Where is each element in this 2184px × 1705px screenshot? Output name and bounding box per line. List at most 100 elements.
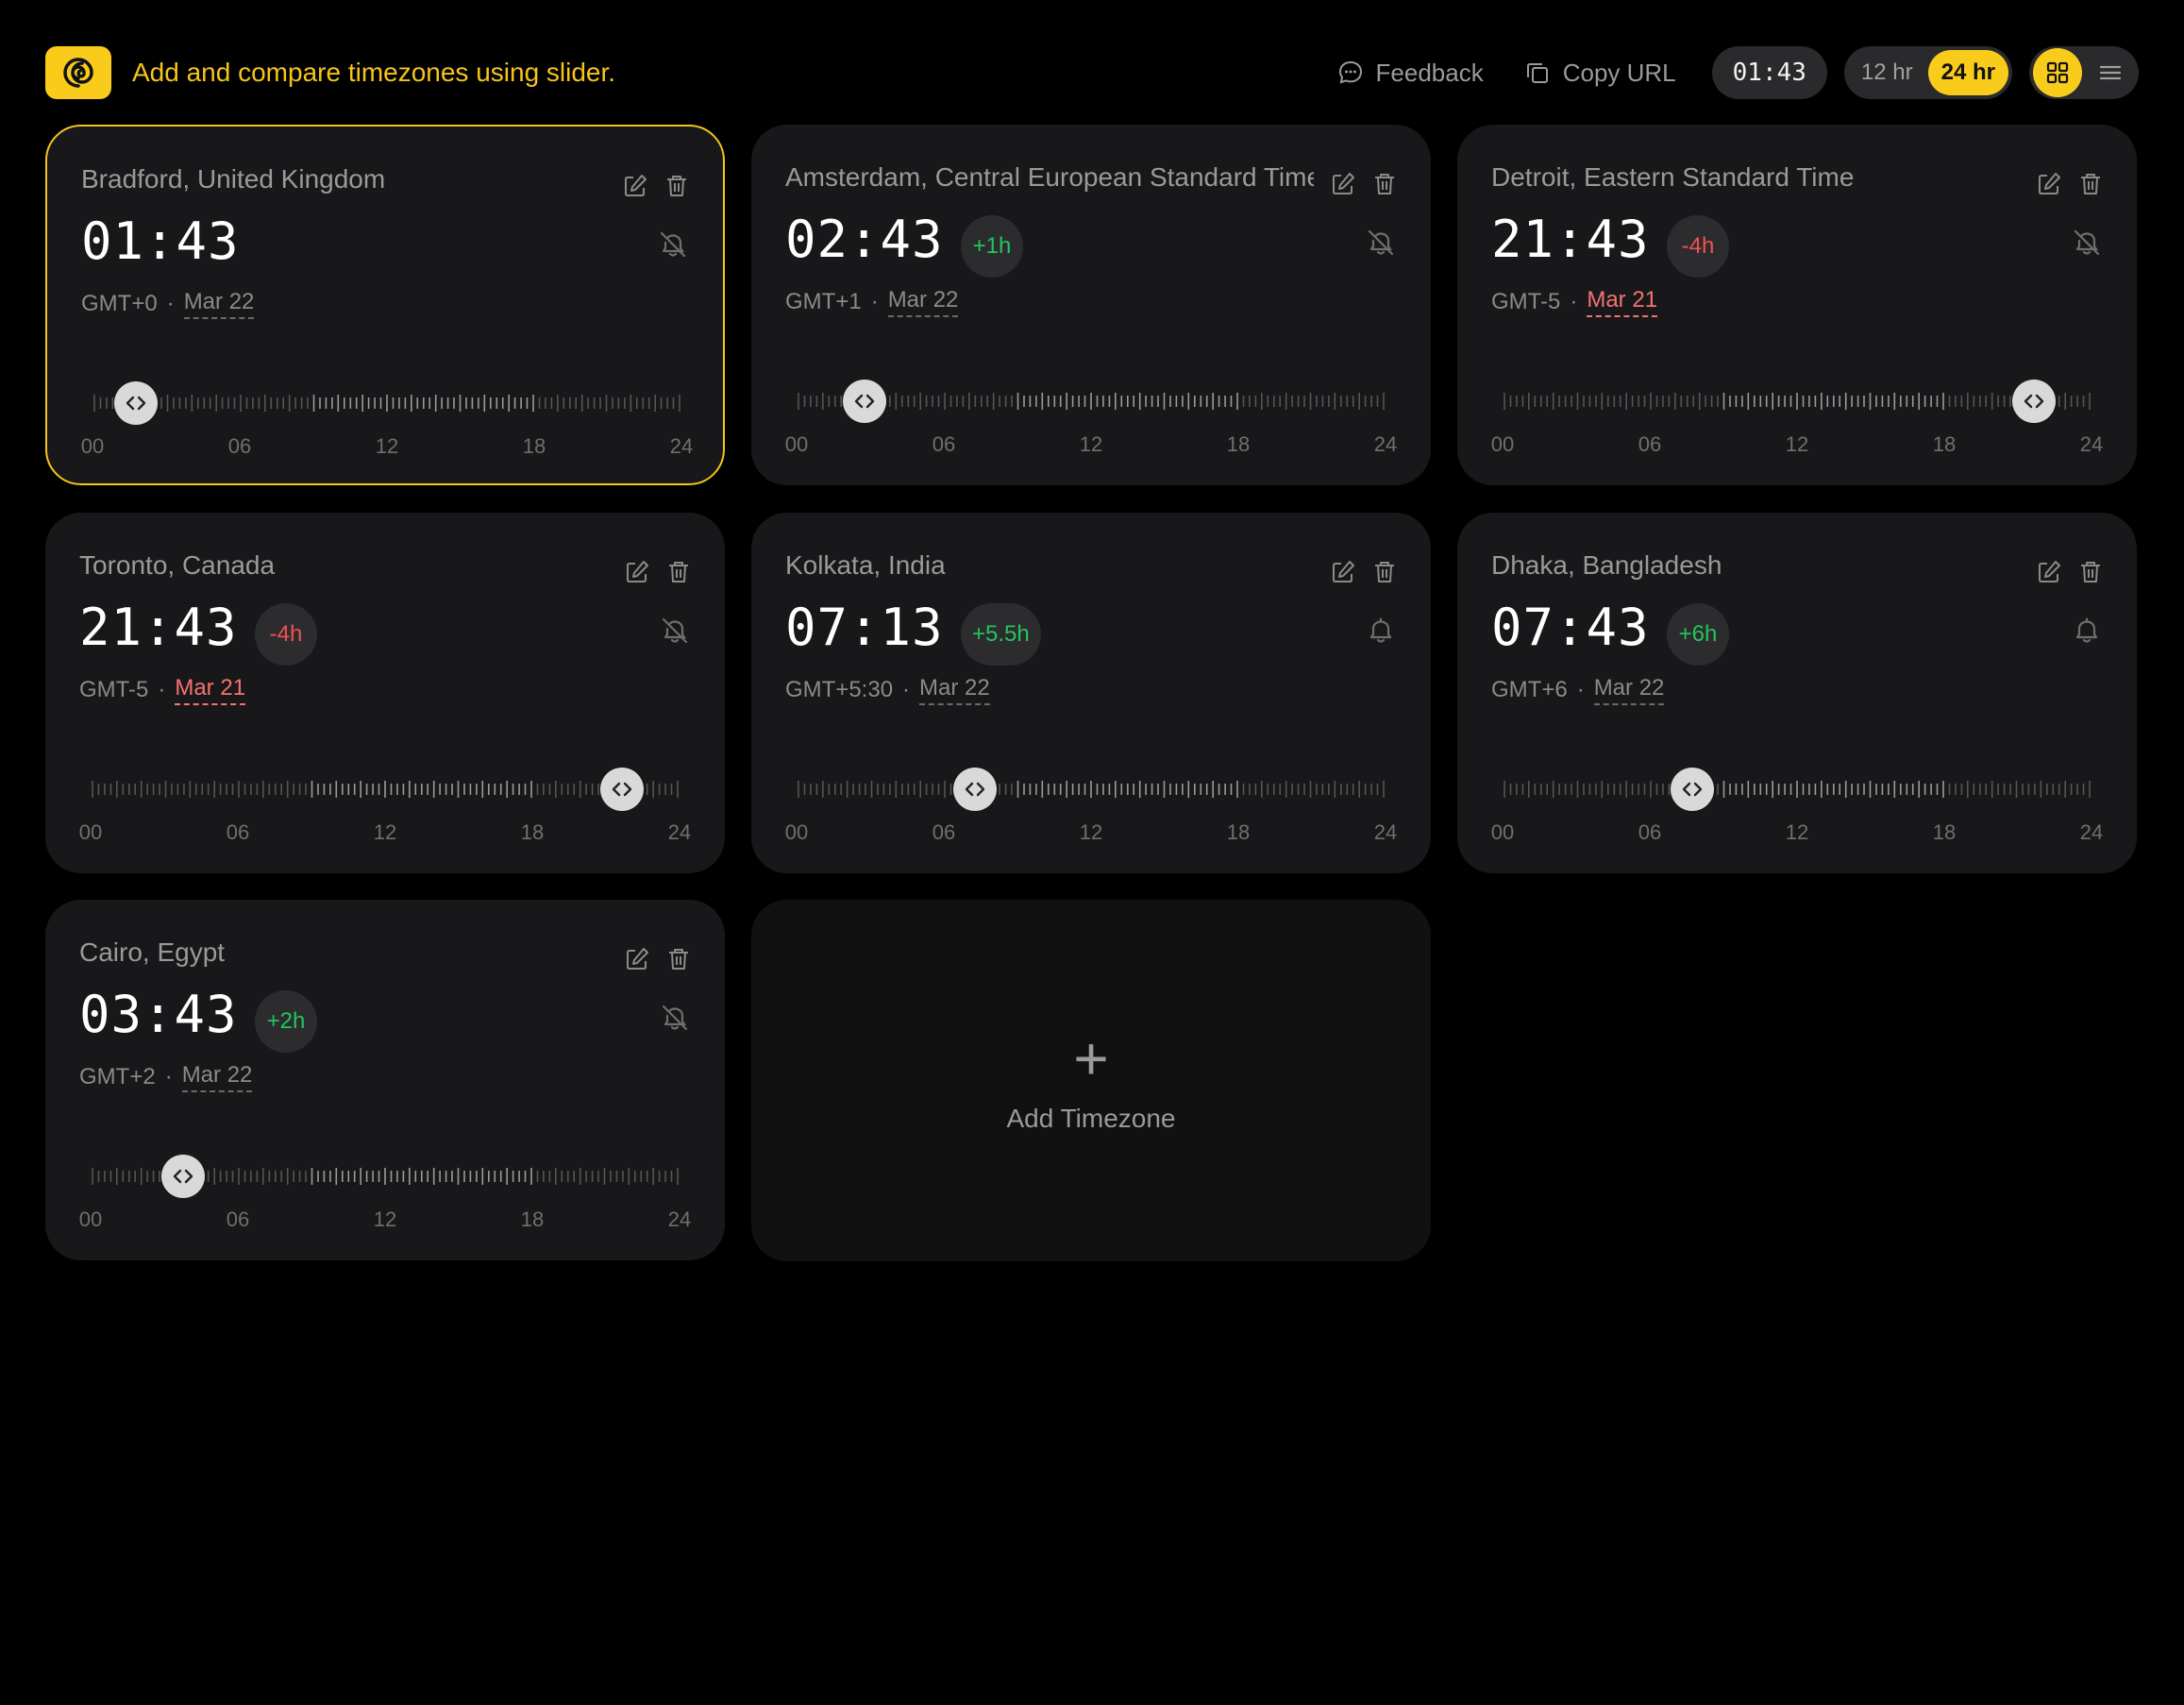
card-actions [2035,558,2105,586]
timezone-meta: GMT+1 · Mar 22 [785,287,959,317]
timezone-card[interactable]: Amsterdam, Central European Standard Tim… [751,125,1431,485]
slider-hour-label: 06 [226,1207,250,1231]
slider-labels: 00 06 12 18 24 [1491,432,2105,461]
chat-bubble-icon [1338,60,1362,84]
time-slider[interactable] [1503,380,2092,423]
format-24hr-option[interactable]: 24 hr [1927,50,2008,95]
edit-icon[interactable] [2035,170,2063,198]
bell-icon[interactable] [1363,613,1399,649]
timezone-name: Kolkata, India [785,550,946,580]
time-slider[interactable] [797,380,1386,423]
edit-icon[interactable] [621,172,649,200]
local-time: 07:43 [1491,598,1650,657]
header-controls: Feedback Copy URL 01:43 12 hr 24 hr [1323,46,2139,99]
time-slider[interactable] [92,381,681,425]
time-format-toggle: 12 hr 24 hr [1843,46,2012,99]
brand: Add and compare timezones using slider. [45,46,615,99]
slider-hour-label: 18 [1932,820,1957,844]
copy-icon [1526,63,1548,83]
time-slider[interactable] [797,768,1386,811]
slider-handle[interactable] [161,1155,206,1198]
bell-off-icon[interactable] [657,613,693,649]
slider-handle[interactable] [2012,380,2057,423]
bell-off-icon[interactable] [655,227,691,262]
bell-off-icon[interactable] [657,1000,693,1036]
date-label[interactable]: Mar 22 [181,1062,253,1092]
slider-hour-label: 00 [78,820,103,844]
timezone-card[interactable]: Kolkata, India 07:13 +5.5h GMT+5:30 · Mar 22 0… [751,513,1431,873]
gmt-offset: GMT+6 [1491,677,1568,702]
trash-icon[interactable] [1370,558,1399,586]
timezone-meta: GMT-5 · Mar 21 [1491,287,1658,317]
slider-hour-label: 18 [1932,432,1957,456]
trash-icon[interactable] [1370,170,1399,198]
offset-badge: +6h [1667,603,1729,666]
date-label[interactable]: Mar 22 [1593,675,1665,705]
menu-icon [2099,65,2122,80]
add-timezone-button[interactable]: + Add Timezone [751,900,1431,1261]
gmt-offset: GMT+0 [81,291,158,316]
timezone-card[interactable]: Bradford, United Kingdom 01:43 GMT+0 · Mar 2… [45,125,725,485]
bell-icon[interactable] [2069,613,2105,649]
date-label[interactable]: Mar 22 [919,675,990,705]
time-slider[interactable] [1503,768,2092,811]
slider-hour-label: 12 [1785,432,1809,456]
slider-handle[interactable] [1671,768,1715,811]
slider-handle[interactable] [600,768,645,811]
timezone-card[interactable]: Cairo, Egypt 03:43 +2h GMT+2 · Mar 22 00 06 12 18… [45,900,725,1260]
copy-url-button[interactable]: Copy URL [1510,46,1689,99]
date-label[interactable]: Mar 22 [887,287,959,317]
timezone-card[interactable]: Detroit, Eastern Standard Time 21:43 -4h GM… [1457,125,2137,485]
offset-badge: +5.5h [961,603,1041,666]
slider-hour-label: 18 [520,1207,545,1231]
slider-labels: 00 06 12 18 24 [79,1207,693,1236]
offset-badge: +2h [255,990,317,1053]
slider-hour-label: 00 [78,1207,103,1231]
list-view-button[interactable] [2086,48,2135,97]
edit-icon[interactable] [2035,558,2063,586]
edit-icon[interactable] [1329,558,1357,586]
gmt-offset: GMT-5 [1491,289,1561,314]
edit-icon[interactable] [623,558,651,586]
slider-hour-label: 00 [80,434,105,458]
bell-off-icon[interactable] [1363,225,1399,261]
edit-icon[interactable] [623,945,651,973]
slider-hour-label: 24 [2079,432,2104,456]
local-time: 21:43 [1491,210,1650,269]
timezone-card[interactable]: Toronto, Canada 21:43 -4h GMT-5 · Mar 21 00 06 1… [45,513,725,873]
gmt-offset: GMT+5:30 [785,677,894,702]
date-label[interactable]: Mar 22 [183,289,255,319]
card-actions [621,172,691,200]
date-label[interactable]: Mar 21 [175,675,246,705]
trash-icon[interactable] [663,172,691,200]
spiral-logo-icon[interactable] [45,46,111,99]
date-label[interactable]: Mar 21 [1587,287,1658,317]
slider-hour-label: 12 [373,1207,397,1231]
slider-handle[interactable] [114,381,159,425]
slider-handle[interactable] [843,380,887,423]
feedback-button[interactable]: Feedback [1323,46,1497,99]
separator-dot: · [164,1064,173,1089]
trash-icon[interactable] [664,558,693,586]
slider-hour-label: 18 [522,434,546,458]
timezone-meta: GMT+5:30 · Mar 22 [785,675,990,705]
trash-icon[interactable] [664,945,693,973]
bell-off-icon[interactable] [2069,225,2105,261]
card-actions [623,945,693,973]
edit-icon[interactable] [1329,170,1357,198]
offset-badge: -4h [1667,215,1729,278]
format-12hr-option[interactable]: 12 hr [1848,50,1926,95]
slider-hour-label: 12 [1785,820,1809,844]
time-slider[interactable] [91,768,680,811]
slider-hour-label: 18 [520,820,545,844]
slider-handle[interactable] [952,768,997,811]
slider-hour-label: 12 [373,820,397,844]
trash-icon[interactable] [2076,558,2105,586]
grid-view-button[interactable] [2033,48,2082,97]
time-slider[interactable] [91,1155,680,1198]
card-actions [623,558,693,586]
trash-icon[interactable] [2076,170,2105,198]
grid-icon [2046,61,2069,84]
chevrons-icon [853,390,876,413]
timezone-card[interactable]: Dhaka, Bangladesh 07:43 +6h GMT+6 · Mar 22 00 0… [1457,513,2137,873]
